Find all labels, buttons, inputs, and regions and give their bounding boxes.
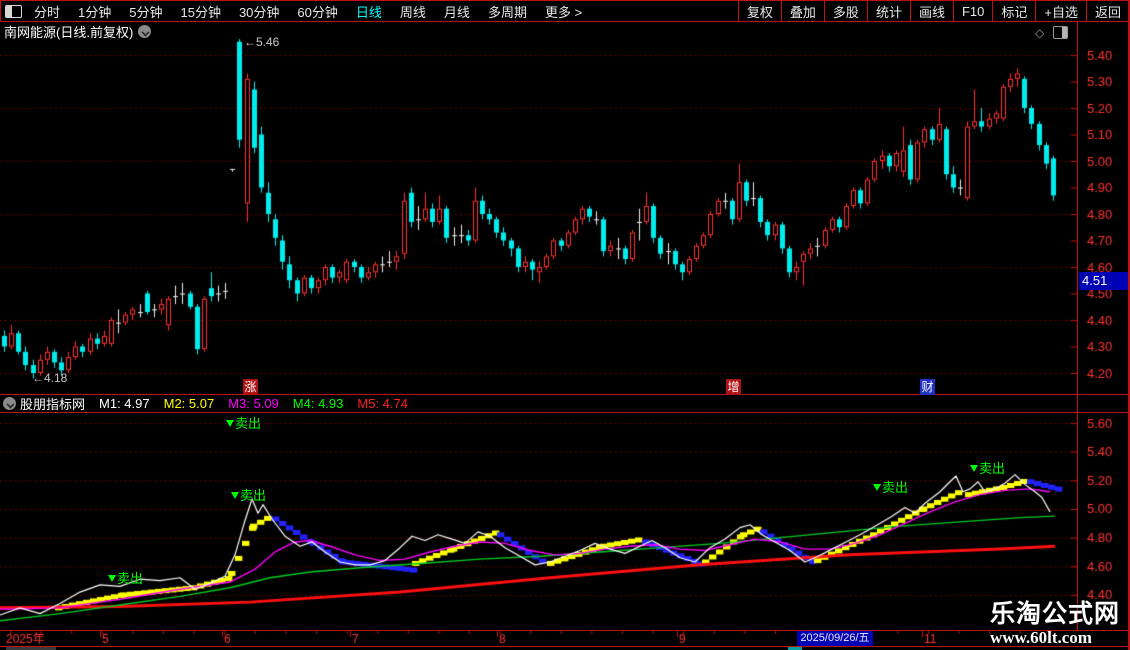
toolbar-actions: 复权 叠加 多股 统计 画线 F10 标记 +自选 返回 — [737, 1, 1129, 21]
period-tab[interactable]: 周线 — [391, 2, 435, 21]
toolbar-button[interactable]: 叠加 — [780, 1, 824, 21]
arrow-down-icon — [873, 483, 881, 495]
indicator-top-border — [0, 412, 1130, 413]
toolbar-button[interactable]: 复权 — [737, 1, 781, 21]
indicator-ma-value: M3: 5.09 — [228, 396, 279, 411]
current-price-tag: 4.51 — [1079, 272, 1130, 290]
panel-split-icon[interactable] — [1053, 26, 1068, 39]
event-marker: 涨 — [243, 379, 258, 395]
title-bar: 南网能源(日线.前复权) — [0, 22, 1130, 40]
chart-canvas[interactable] — [0, 0, 1130, 650]
arrow-down-icon — [108, 574, 116, 586]
watermark-url: www.60lt.com — [989, 628, 1092, 647]
toolbar-button[interactable]: 返回 — [1085, 1, 1129, 21]
sell-signal: 卖出 — [873, 477, 908, 496]
sell-signal: 卖出 — [231, 485, 266, 504]
watermark-site-name: 乐淘公式网 — [989, 601, 1120, 628]
indicator-ma-values: M1: 4.97 M2: 5.07 M3: 5.09 M4: 4.93 M5: 4.74 — [85, 396, 408, 411]
low-price-label: ←4.18 — [32, 371, 68, 385]
watermark: 乐淘公式网 www.60lt.com — [990, 594, 1120, 648]
period-tab[interactable]: 多周期 — [479, 2, 536, 21]
event-marker: 财 — [920, 379, 935, 395]
sell-signal-label: 卖出 — [882, 480, 909, 495]
event-marker: 增 — [726, 379, 741, 395]
sell-signal-label: 卖出 — [235, 416, 262, 431]
sell-signal-label: 卖出 — [979, 461, 1006, 476]
arrow-down-icon — [970, 464, 978, 476]
sell-signal-label: 卖出 — [117, 571, 144, 586]
indicator-name: 股朋指标网 — [20, 397, 86, 412]
period-tab[interactable]: 15分钟 — [171, 2, 229, 21]
toolbar-button[interactable]: 标记 — [992, 1, 1035, 21]
layout-toggle-icon[interactable] — [5, 4, 22, 18]
period-tab[interactable]: 60分钟 — [288, 2, 346, 21]
xaxis-top-border — [0, 630, 1130, 631]
indicator-ma-value: M2: 5.07 — [163, 396, 215, 411]
toolbar: 分时 1分钟 5分钟 15分钟 30分钟 60分钟 日线 周线 月线 多周期 更多 > 复权 叠加 多股… — [0, 0, 1130, 22]
toolbar-button[interactable]: 统计 — [866, 1, 910, 21]
trading-app: 分时 1分钟 5分钟 15分钟 30分钟 60分钟 日线 周线 月线 多周期 更多 > 复权 叠加 多股… — [0, 0, 1130, 650]
sell-signal: 卖出 — [226, 413, 261, 432]
price-axis-line — [1077, 22, 1078, 630]
page-title: 南网能源(日线.前复权) — [4, 24, 134, 40]
toolbar-button[interactable]: 画线 — [909, 1, 953, 21]
indicator-ma-value: M4: 4.93 — [292, 396, 344, 411]
period-tab[interactable]: 月线 — [435, 2, 479, 21]
indicator-header: 股朋指标网 M1: 4.97 M2: 5.07 M3: 5.09 M4: 4.93 M5… — [0, 395, 1076, 412]
period-tabs: 分时 1分钟 5分钟 15分钟 30分钟 60分钟 日线 周线 月线 多周期 更多 > — [25, 1, 591, 21]
arrow-down-icon — [226, 419, 234, 431]
indicator-ma-value: M5: 4.74 — [357, 396, 408, 411]
period-tab[interactable]: 1分钟 — [69, 2, 120, 21]
indicator-ma-value: M1: 4.97 — [99, 396, 150, 411]
indicator-collapse-icon[interactable] — [3, 397, 16, 410]
selected-date-tag: 2025/09/26/五 — [797, 631, 873, 646]
toolbar-button[interactable]: 多股 — [823, 1, 867, 21]
sell-signal-label: 卖出 — [240, 488, 267, 503]
toolbar-button[interactable]: F10 — [952, 1, 992, 21]
period-tab[interactable]: 日线 — [347, 2, 391, 21]
sell-signal: 卖出 — [970, 458, 1005, 477]
period-tab[interactable]: 30分钟 — [230, 2, 288, 21]
period-tab[interactable]: 分时 — [25, 2, 69, 21]
period-tab[interactable]: 更多 > — [536, 2, 591, 21]
arrow-down-icon — [231, 491, 239, 503]
period-tab[interactable]: 5分钟 — [120, 2, 171, 21]
chevron-down-icon[interactable] — [138, 24, 152, 38]
diamond-icon[interactable]: ◇ — [1035, 26, 1044, 40]
sell-signal: 卖出 — [108, 568, 143, 587]
toolbar-button[interactable]: +自选 — [1035, 1, 1086, 21]
